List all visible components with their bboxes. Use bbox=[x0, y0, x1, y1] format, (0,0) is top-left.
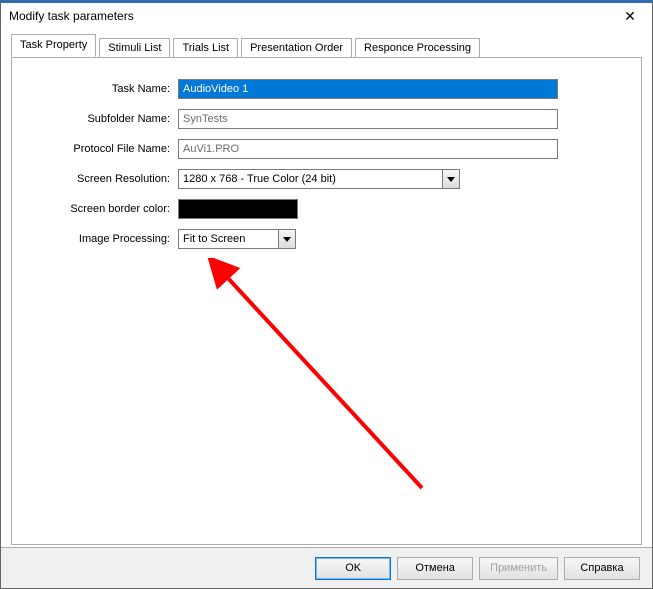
window-title: Modify task parameters bbox=[9, 9, 610, 23]
screen-resolution-value: 1280 x 768 - True Color (24 bit) bbox=[178, 169, 442, 189]
annotation-arrow bbox=[192, 258, 452, 518]
tab-stimuli-list[interactable]: Stimuli List bbox=[99, 38, 170, 58]
task-name-input[interactable] bbox=[178, 79, 558, 99]
border-color-picker[interactable] bbox=[178, 199, 298, 219]
chevron-down-icon bbox=[283, 237, 291, 242]
label-task-name: Task Name: bbox=[30, 83, 178, 95]
label-border-color: Screen border color: bbox=[30, 203, 178, 215]
image-processing-dropdown-button[interactable] bbox=[278, 229, 296, 249]
label-resolution: Screen Resolution: bbox=[30, 173, 178, 185]
help-button[interactable]: Справка bbox=[564, 557, 640, 580]
screen-resolution-select[interactable]: 1280 x 768 - True Color (24 bit) bbox=[178, 169, 460, 189]
title-bar: Modify task parameters ✕ bbox=[1, 3, 652, 29]
tab-task-property[interactable]: Task Property bbox=[11, 34, 96, 57]
close-button[interactable]: ✕ bbox=[610, 4, 650, 28]
label-protocol: Protocol File Name: bbox=[30, 143, 178, 155]
tab-response-processing[interactable]: Responce Processing bbox=[355, 38, 480, 58]
protocol-file-input[interactable] bbox=[178, 139, 558, 159]
image-processing-value: Fit to Screen bbox=[178, 229, 278, 249]
screen-resolution-dropdown-button[interactable] bbox=[442, 169, 460, 189]
tab-trials-list[interactable]: Trials List bbox=[173, 38, 238, 58]
cancel-button[interactable]: Отмена bbox=[397, 557, 473, 580]
chevron-down-icon bbox=[447, 177, 455, 182]
dialog-window: Modify task parameters ✕ Task Property S… bbox=[0, 0, 653, 589]
image-processing-select[interactable]: Fit to Screen bbox=[178, 229, 296, 249]
client-area: Task Property Stimuli List Trials List P… bbox=[1, 29, 652, 547]
ok-button[interactable]: OK bbox=[315, 557, 391, 580]
close-icon: ✕ bbox=[624, 9, 636, 23]
tab-panel-task-property: Task Name: Subfolder Name: Protocol File… bbox=[11, 57, 642, 545]
tab-strip: Task Property Stimuli List Trials List P… bbox=[11, 35, 642, 57]
apply-button[interactable]: Применить bbox=[479, 557, 558, 580]
subfolder-input[interactable] bbox=[178, 109, 558, 129]
tab-presentation-order[interactable]: Presentation Order bbox=[241, 38, 352, 58]
label-image-processing: Image Processing: bbox=[30, 233, 178, 245]
label-subfolder: Subfolder Name: bbox=[30, 113, 178, 125]
dialog-button-bar: OK Отмена Применить Справка bbox=[1, 547, 652, 588]
